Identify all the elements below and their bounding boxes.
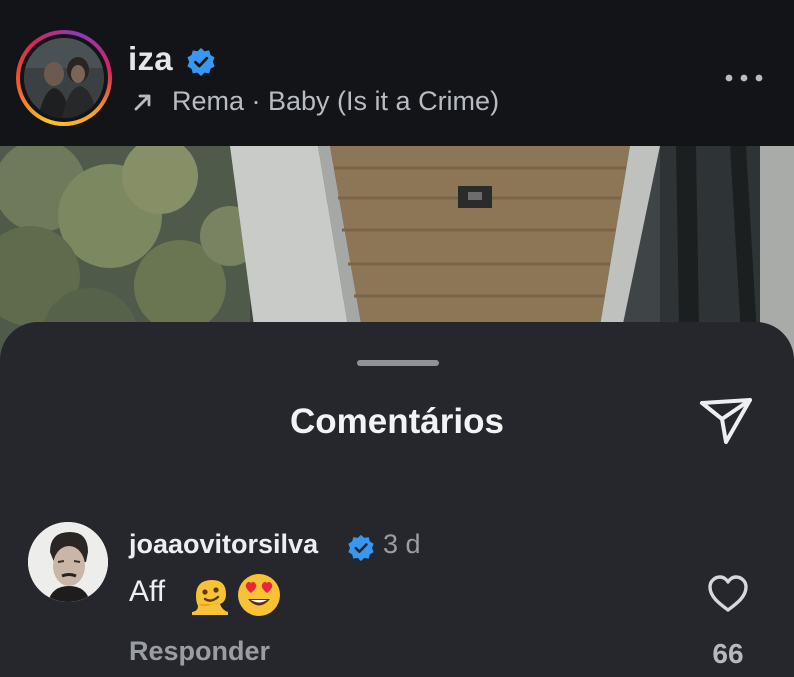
avatar-photo xyxy=(24,38,104,118)
comments-sheet: Comentários joaaovitorsilva 3 d Aff Resp… xyxy=(0,322,794,677)
story-avatar[interactable] xyxy=(16,30,112,126)
reply-button[interactable]: Responder xyxy=(129,636,270,667)
drag-handle[interactable] xyxy=(357,360,439,366)
story-screen: iza Rema · Baby (Is it a Crime) Comentár… xyxy=(0,0,794,677)
heart-eyes-emoji-icon xyxy=(238,574,280,616)
like-count: 66 xyxy=(712,638,744,669)
comment-timestamp: 3 d xyxy=(383,529,421,559)
heart-icon[interactable] xyxy=(706,574,750,614)
verified-badge-icon xyxy=(187,48,215,76)
avatar[interactable] xyxy=(28,522,108,602)
verified-badge-icon xyxy=(348,534,374,562)
story-username[interactable]: iza xyxy=(128,40,173,78)
comment-text: Aff xyxy=(129,575,166,608)
more-dots-icon[interactable] xyxy=(722,70,766,86)
comments-title: Comentários xyxy=(290,402,504,441)
send-icon[interactable] xyxy=(696,394,756,446)
comment-username[interactable]: joaaovitorsilva xyxy=(129,529,318,560)
melting-face-emoji-icon xyxy=(192,580,228,615)
story-header: iza Rema · Baby (Is it a Crime) xyxy=(0,0,794,146)
story-music-label[interactable]: Rema · Baby (Is it a Crime) xyxy=(172,86,499,117)
arrow-up-right-icon xyxy=(134,94,151,111)
